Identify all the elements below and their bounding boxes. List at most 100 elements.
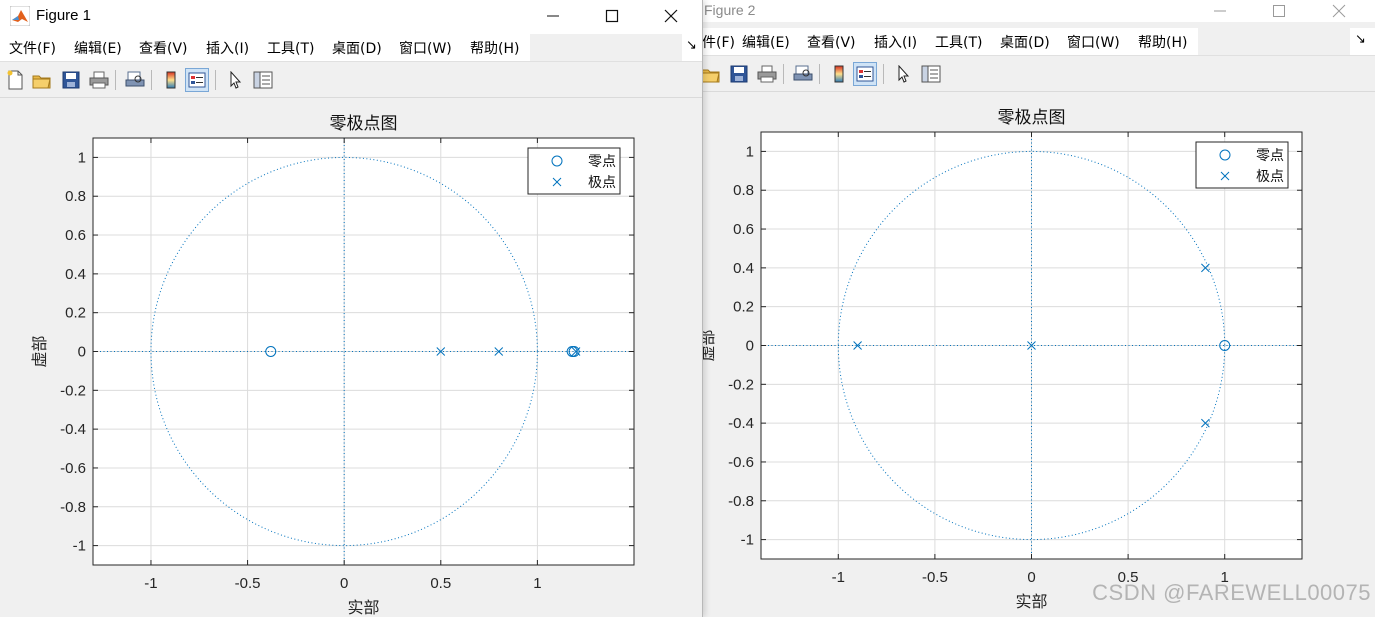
- menu-edit[interactable]: 编辑(E): [74, 38, 122, 58]
- y-tick-label: 1: [78, 149, 86, 166]
- y-tick-label: 0.8: [733, 182, 754, 199]
- pointer-icon[interactable]: [891, 62, 915, 86]
- figure-toolbar: [0, 63, 702, 98]
- y-tick-label: 0.8: [65, 188, 86, 205]
- open-folder-icon[interactable]: [700, 62, 723, 86]
- legend[interactable]: 零点极点: [527, 147, 621, 195]
- plot-area[interactable]: -1 -0.5 0 0.5 1-1-0.8-0.6-0.4-0.200.20.40.60…: [700, 92, 1375, 617]
- menu-desktop[interactable]: 桌面(D): [332, 38, 382, 58]
- y-tick-label: -0.4: [60, 421, 86, 438]
- menu-tools[interactable]: 工具(T): [935, 32, 982, 52]
- menu-bar: 文件(F) 编辑(E) 查看(V) 插入(I) 工具(T) 桌面(D) 窗口(W…: [0, 34, 702, 62]
- minimize-icon[interactable]: [530, 1, 576, 31]
- y-tick-label: 0.2: [65, 305, 86, 322]
- open-folder-icon[interactable]: [30, 68, 54, 92]
- print-icon[interactable]: [755, 62, 779, 86]
- y-tick-label: 0.6: [65, 227, 86, 244]
- legend-entry-label: 极点: [588, 175, 616, 191]
- y-tick-label: 0.4: [65, 266, 86, 283]
- menu-spacer: [530, 34, 682, 61]
- colorbar-icon[interactable]: [159, 68, 183, 92]
- title-bar[interactable]: Figure 1: [0, 0, 702, 34]
- maximize-icon[interactable]: [589, 1, 635, 31]
- print-icon[interactable]: [87, 68, 111, 92]
- y-tick-label: -0.6: [728, 454, 754, 471]
- toolbar-separator: [115, 70, 116, 90]
- pointer-icon[interactable]: [223, 68, 247, 92]
- menu-desktop[interactable]: 桌面(D): [1000, 32, 1050, 52]
- minimize-icon[interactable]: [1197, 0, 1243, 26]
- close-icon[interactable]: [1316, 0, 1362, 26]
- y-tick-label: -1: [741, 532, 754, 549]
- y-tick-label: -0.4: [728, 415, 754, 432]
- y-tick-label: -1: [73, 538, 86, 555]
- figure-1-window: Figure 1 文件(F) 编辑(E) 查看(V) 插入(I) 工具(T) 桌…: [0, 0, 703, 617]
- menu-window[interactable]: 窗口(W): [1067, 32, 1120, 52]
- close-icon[interactable]: [648, 1, 694, 31]
- figure-toolbar: [700, 57, 1375, 92]
- x-tick-label: 0: [340, 575, 348, 592]
- window-title: Figure 1: [36, 7, 92, 24]
- menu-file[interactable]: 文件(F): [9, 38, 56, 58]
- chart-title: 零极点图: [330, 114, 398, 134]
- property-inspector-icon[interactable]: [251, 68, 275, 92]
- save-icon[interactable]: [59, 68, 83, 92]
- y-tick-label: 0: [78, 344, 86, 361]
- menu-window[interactable]: 窗口(W): [399, 38, 452, 58]
- menu-file[interactable]: 件(F): [702, 32, 735, 52]
- legend-entry-label: 极点: [1256, 169, 1284, 185]
- dock-arrow-icon[interactable]: ↘: [686, 38, 697, 53]
- y-tick-label: -0.2: [728, 376, 754, 393]
- menu-insert[interactable]: 插入(I): [206, 38, 249, 58]
- chart-title: 零极点图: [998, 108, 1066, 128]
- x-tick-label: 1: [533, 575, 541, 592]
- toolbar-separator: [819, 64, 820, 84]
- toolbar-separator: [151, 70, 152, 90]
- y-tick-label: 0.4: [733, 260, 754, 277]
- figure-2-window: Figure 2 件(F) 编辑(E) 查看(V) 插入(I) 工具(T) 桌面…: [700, 0, 1375, 617]
- legend-icon[interactable]: [185, 68, 209, 92]
- menu-edit[interactable]: 编辑(E): [742, 32, 790, 52]
- y-tick-label: 0: [746, 338, 754, 355]
- menu-help[interactable]: 帮助(H): [1138, 32, 1187, 52]
- legend-entry-label: 零点: [1256, 148, 1284, 164]
- print-preview-icon[interactable]: [123, 68, 147, 92]
- plot-area[interactable]: -1 -0.5 0 0.5 1-1-0.8-0.6-0.4-0.200.20.40.60…: [0, 98, 702, 617]
- matlab-logo-icon: [9, 5, 31, 27]
- y-tick-label: 0.6: [733, 221, 754, 238]
- dock-arrow-icon[interactable]: ↘: [1355, 32, 1366, 47]
- menu-help[interactable]: 帮助(H): [470, 38, 519, 58]
- print-preview-icon[interactable]: [791, 62, 815, 86]
- new-file-icon[interactable]: [3, 68, 27, 92]
- colorbar-icon[interactable]: [827, 62, 851, 86]
- property-inspector-icon[interactable]: [919, 62, 943, 86]
- menu-view[interactable]: 查看(V): [139, 38, 188, 58]
- menu-view[interactable]: 查看(V): [807, 32, 856, 52]
- toolbar-separator: [215, 70, 216, 90]
- x-tick-label: 0.5: [430, 575, 451, 592]
- legend-icon[interactable]: [853, 62, 877, 86]
- menu-insert[interactable]: 插入(I): [874, 32, 917, 52]
- title-bar[interactable]: Figure 2: [700, 0, 1375, 22]
- x-axis-label: 实部: [1015, 592, 1047, 611]
- menu-spacer: [1198, 28, 1350, 55]
- legend-entry-label: 零点: [588, 154, 616, 170]
- toolbar-separator: [883, 64, 884, 84]
- x-tick-label: -1: [144, 575, 157, 592]
- x-tick-label: -0.5: [922, 569, 948, 586]
- maximize-icon[interactable]: [1256, 0, 1302, 26]
- y-tick-label: -0.2: [60, 382, 86, 399]
- menu-bar: 件(F) 编辑(E) 查看(V) 插入(I) 工具(T) 桌面(D) 窗口(W)…: [700, 28, 1375, 56]
- menu-tools[interactable]: 工具(T): [267, 38, 314, 58]
- y-tick-label: -0.8: [728, 493, 754, 510]
- x-tick-label: 0: [1027, 569, 1035, 586]
- watermark: CSDN @FAREWELL00075: [1092, 580, 1371, 605]
- y-tick-label: -0.8: [60, 499, 86, 516]
- x-tick-label: -0.5: [235, 575, 261, 592]
- x-axis-label: 实部: [347, 598, 379, 617]
- save-icon[interactable]: [727, 62, 751, 86]
- toolbar-separator: [783, 64, 784, 84]
- y-axis-label: 虚部: [30, 335, 49, 367]
- x-tick-label: -1: [832, 569, 845, 586]
- legend[interactable]: 零点极点: [1195, 141, 1289, 189]
